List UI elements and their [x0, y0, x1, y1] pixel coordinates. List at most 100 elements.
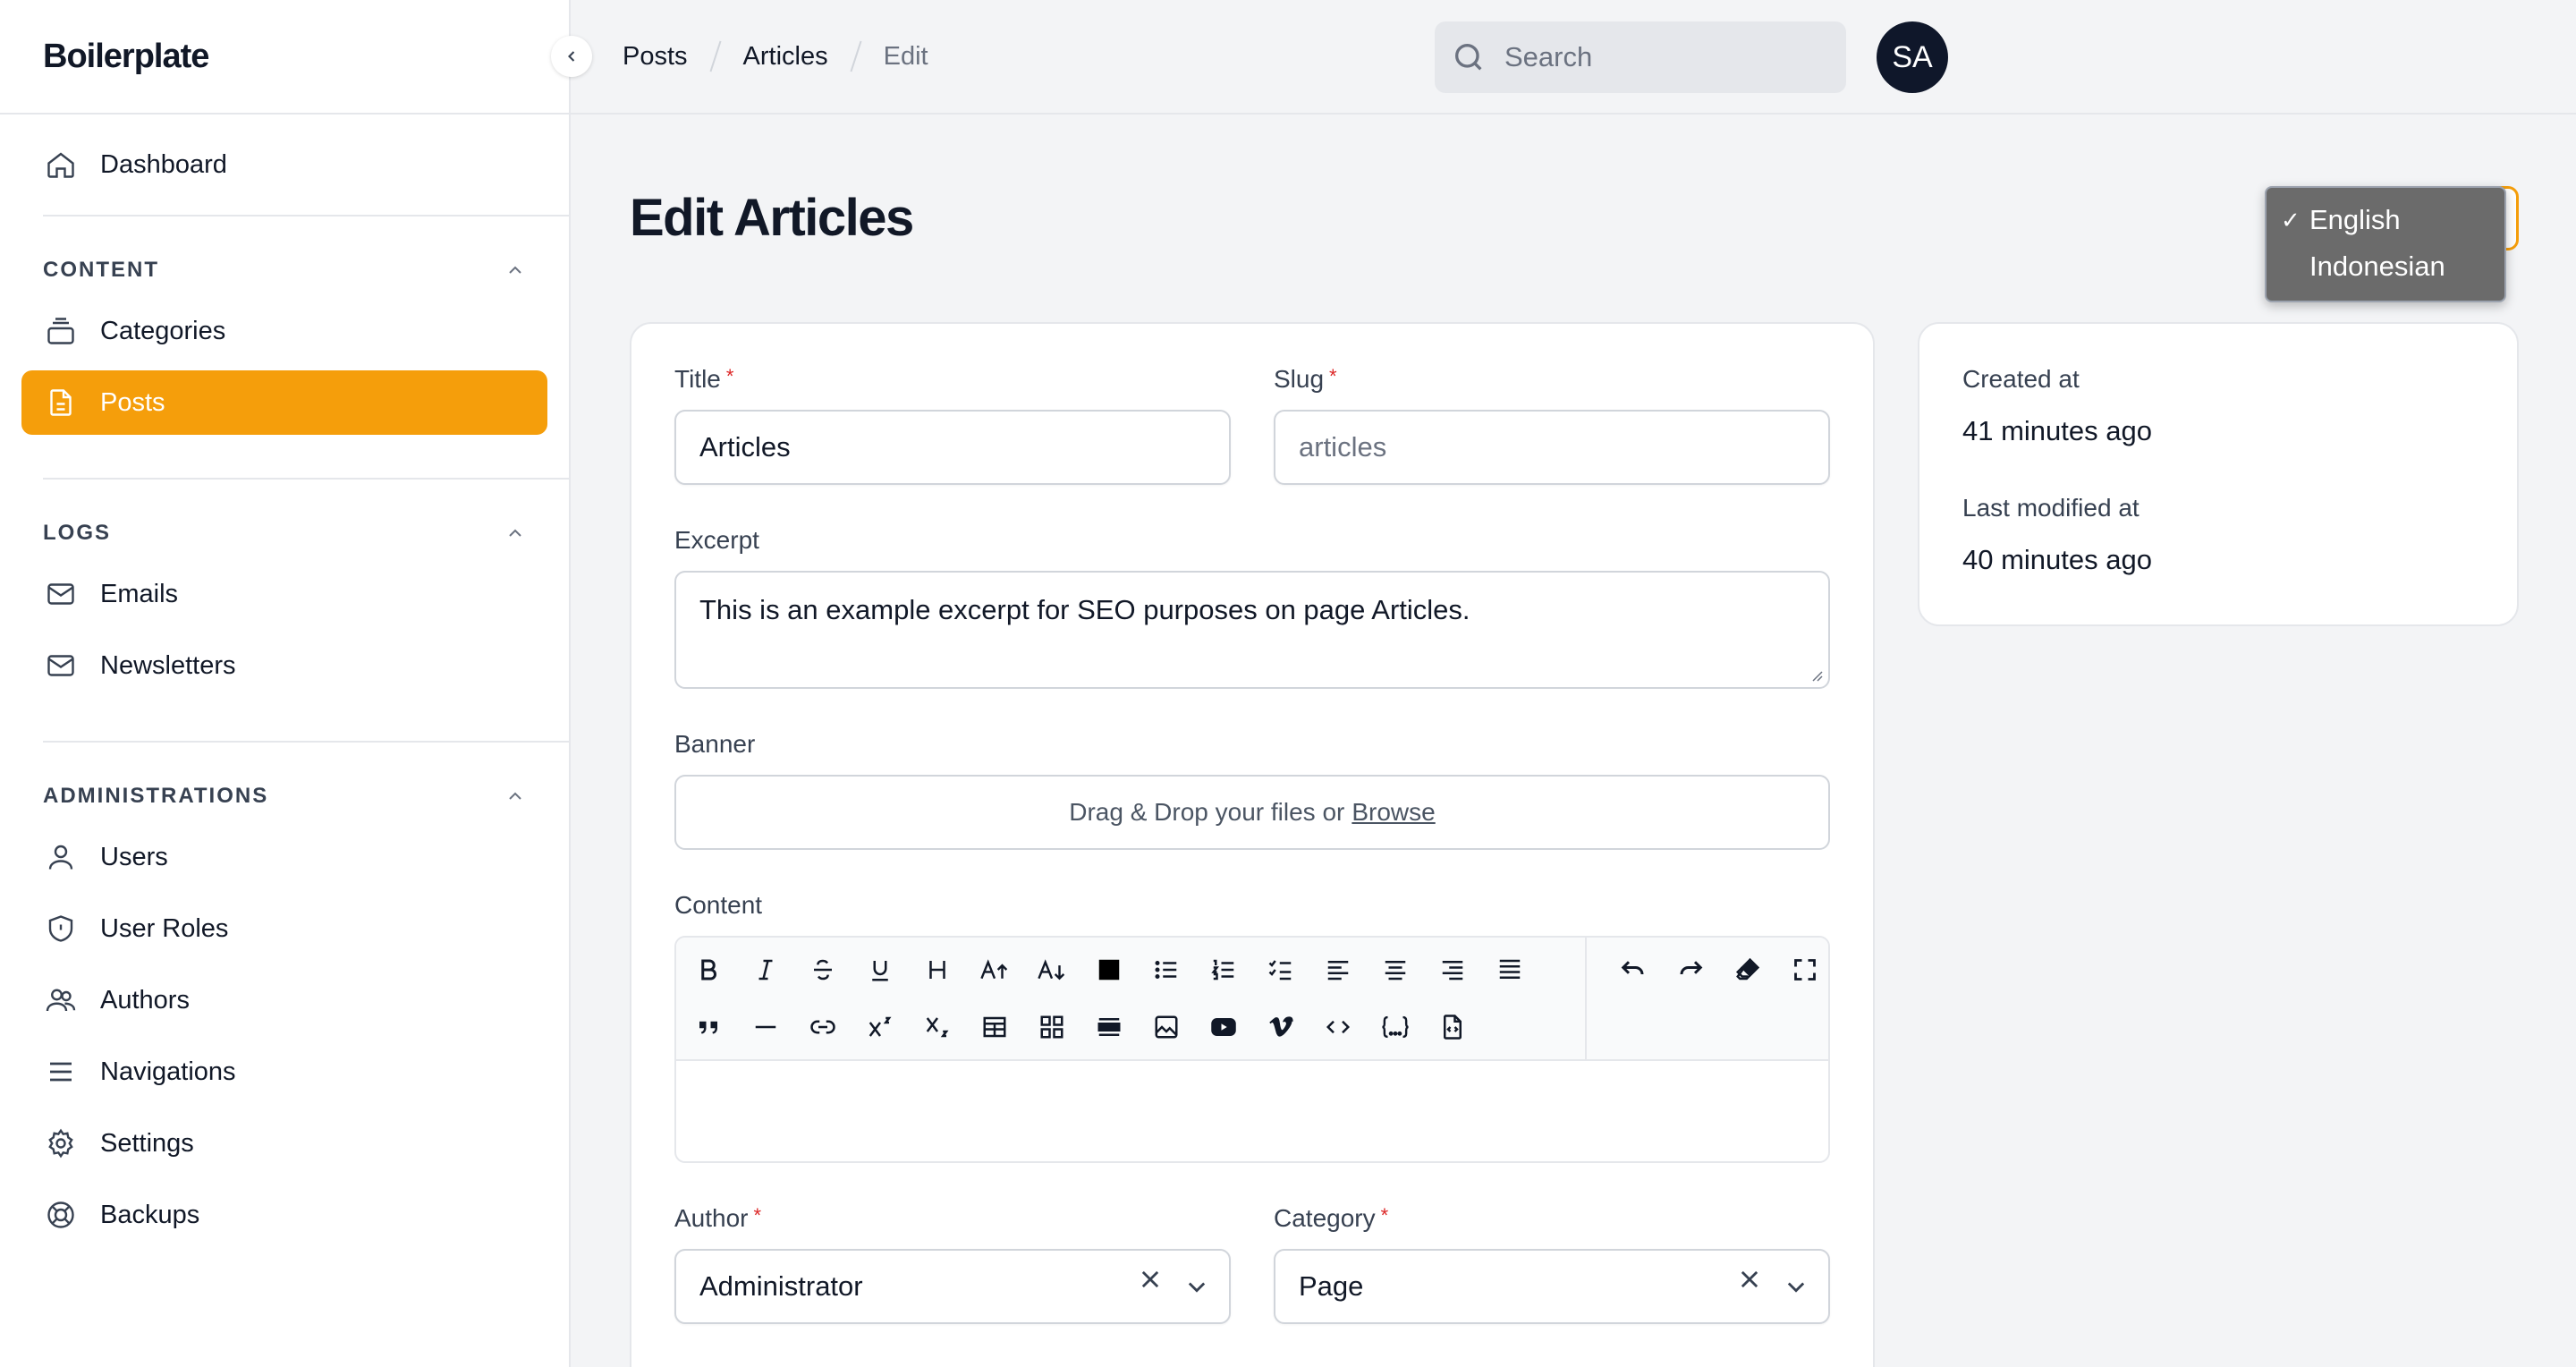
divider	[43, 478, 569, 480]
strikethrough-icon[interactable]	[801, 948, 844, 991]
group-label: LOGS	[43, 521, 112, 545]
sidebar-item-backups[interactable]: Backups	[21, 1183, 547, 1247]
chevron-up-icon[interactable]	[504, 522, 526, 544]
sidebar-item-newsletters[interactable]: Newsletters	[21, 633, 547, 698]
slug-field[interactable]: articles	[1274, 410, 1830, 485]
quote-icon[interactable]	[687, 1006, 730, 1049]
superscript-icon[interactable]	[859, 1006, 902, 1049]
group-header-logs[interactable]: LOGS	[0, 505, 569, 562]
created-at-label: Created at	[1962, 365, 2080, 393]
heading-icon[interactable]	[916, 948, 959, 991]
excerpt-field[interactable]: This is an example excerpt for SEO purpo…	[674, 571, 1830, 689]
subscript-icon[interactable]	[916, 1006, 959, 1049]
sidebar-item-navigations[interactable]: Navigations	[21, 1040, 547, 1104]
field-label-text: Slug	[1274, 365, 1325, 393]
locale-option-indonesian[interactable]: Indonesian	[2267, 243, 2504, 290]
align-right-icon[interactable]	[1431, 948, 1474, 991]
underline-icon[interactable]	[859, 948, 902, 991]
gear-icon	[43, 1125, 79, 1161]
link-icon[interactable]	[801, 1006, 844, 1049]
align-justify-icon[interactable]	[1488, 948, 1531, 991]
sidebar-item-settings[interactable]: Settings	[21, 1111, 547, 1176]
resize-handle-icon[interactable]	[1810, 669, 1823, 682]
align-left-icon[interactable]	[1317, 948, 1360, 991]
sidebar-item-emails[interactable]: Emails	[21, 562, 547, 626]
breadcrumb-item: Edit	[883, 41, 928, 71]
sidebar-item-dashboard[interactable]: Dashboard	[21, 132, 547, 197]
text-color-icon[interactable]	[1088, 948, 1131, 991]
vimeo-icon[interactable]	[1259, 1006, 1302, 1049]
youtube-icon[interactable]	[1202, 1006, 1245, 1049]
locale-dropdown-menu: ✓ English Indonesian	[2265, 186, 2506, 302]
horizontal-rule-icon[interactable]	[744, 1006, 787, 1049]
clear-icon[interactable]	[1737, 1267, 1762, 1292]
source-code-icon[interactable]	[1431, 1006, 1474, 1049]
brand-logo[interactable]: Boilerplate	[43, 38, 209, 76]
undo-icon[interactable]	[1612, 948, 1655, 991]
banner-dropzone[interactable]: Drag & Drop your files or Browse	[674, 775, 1830, 850]
fullscreen-icon[interactable]	[1784, 948, 1826, 991]
sidebar-item-posts[interactable]: Posts	[21, 370, 547, 435]
sidebar-item-user-roles[interactable]: User Roles	[21, 896, 547, 961]
collection-icon	[43, 313, 79, 349]
italic-icon[interactable]	[744, 948, 787, 991]
category-value: Page	[1299, 1270, 1364, 1302]
user-icon	[43, 839, 79, 875]
toolbar-separator	[1585, 938, 1587, 1061]
author-select[interactable]: Administrator	[674, 1249, 1231, 1324]
align-center-icon[interactable]	[1374, 948, 1417, 991]
sidebar-item-label: User Roles	[100, 913, 229, 943]
chevron-up-icon[interactable]	[504, 785, 526, 807]
clear-icon[interactable]	[1138, 1267, 1163, 1292]
collapse-sidebar-button[interactable]	[551, 36, 592, 77]
menu-icon	[43, 1054, 79, 1090]
rich-text-editor[interactable]	[674, 936, 1830, 1163]
sidebar-item-label: Newsletters	[100, 650, 236, 680]
chevron-left-icon	[563, 47, 580, 65]
grid-icon[interactable]	[1030, 1006, 1073, 1049]
category-select[interactable]: Page	[1274, 1249, 1830, 1324]
bold-icon[interactable]	[687, 948, 730, 991]
font-size-increase-icon[interactable]	[973, 948, 1016, 991]
redo-icon[interactable]	[1669, 948, 1712, 991]
sidebar-item-label: Settings	[100, 1128, 194, 1158]
sidebar-item-categories[interactable]: Categories	[21, 299, 547, 363]
table-icon[interactable]	[973, 1006, 1016, 1049]
excerpt-value: This is an example excerpt for SEO purpo…	[699, 594, 1470, 625]
sidebar-item-label: Navigations	[100, 1057, 236, 1086]
browse-link[interactable]: Browse	[1352, 798, 1435, 827]
breadcrumb-item[interactable]: Posts	[623, 42, 688, 72]
breadcrumb-item[interactable]: Articles	[743, 42, 828, 72]
chevron-down-icon[interactable]	[1784, 1274, 1809, 1299]
checklist-icon[interactable]	[1259, 948, 1302, 991]
eraser-icon[interactable]	[1726, 948, 1769, 991]
ordered-list-icon[interactable]	[1202, 948, 1245, 991]
font-size-decrease-icon[interactable]	[1030, 948, 1073, 991]
divider-block-icon[interactable]	[1088, 1006, 1131, 1049]
chevron-down-icon[interactable]	[1184, 1274, 1209, 1299]
group-header-administrations[interactable]: ADMINISTRATIONS	[0, 768, 569, 825]
sidebar-item-label: Dashboard	[100, 149, 227, 179]
chevron-up-icon[interactable]	[504, 259, 526, 281]
users-icon	[43, 982, 79, 1018]
sidebar-item-users[interactable]: Users	[21, 825, 547, 889]
locale-option-label: Indonesian	[2309, 250, 2445, 282]
avatar[interactable]: SA	[1877, 21, 1948, 93]
breadcrumb-separator	[850, 40, 862, 72]
breadcrumb: Posts Articles Edit	[571, 40, 928, 72]
shield-icon	[43, 911, 79, 947]
required-marker: *	[1329, 365, 1337, 387]
locale-option-english[interactable]: ✓ English	[2267, 197, 2504, 243]
image-icon[interactable]	[1145, 1006, 1188, 1049]
editor-toolbar	[676, 938, 1828, 1061]
code-icon[interactable]	[1317, 1006, 1360, 1049]
group-header-content[interactable]: CONTENT	[0, 242, 569, 299]
required-marker: *	[753, 1204, 762, 1227]
bullet-list-icon[interactable]	[1145, 948, 1188, 991]
search-input[interactable]: Search	[1435, 21, 1846, 93]
code-block-icon[interactable]	[1374, 1006, 1417, 1049]
field-label-text: Author	[674, 1204, 749, 1232]
title-field[interactable]: Articles	[674, 410, 1231, 485]
created-at-value: 41 minutes ago	[1962, 415, 2152, 446]
sidebar-item-authors[interactable]: Authors	[21, 968, 547, 1032]
